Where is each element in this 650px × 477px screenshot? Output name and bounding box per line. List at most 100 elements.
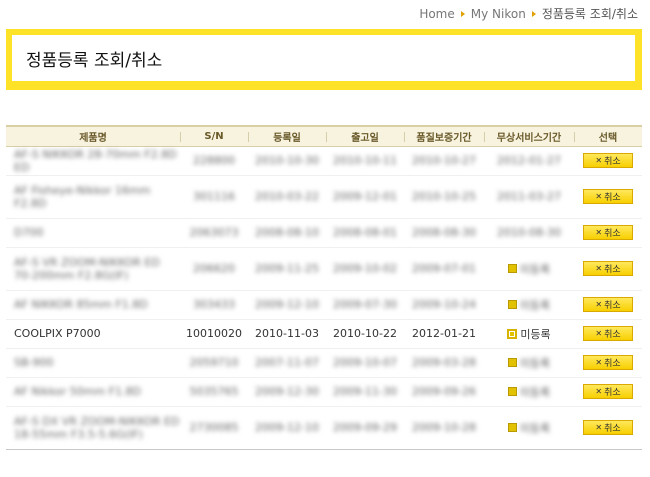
status-square-icon [507,423,517,432]
cell-reg: 2010-03-22 [255,190,319,203]
cancel-button-label: 취소 [604,329,621,339]
breadcrumb-item[interactable]: Home [419,7,454,21]
cell-name: COOLPIX P7000 [14,327,101,340]
table-row: COOLPIX P7000 10010020 2010-11-03 2010-10-2… [6,319,642,349]
cancel-button[interactable]: ✕ 취소 [583,420,633,435]
cell-sn: 301116 [193,190,235,203]
column-header: 등록일 [248,125,326,147]
column-header: 무상서비스기간 [484,125,574,147]
column-header: 품질보증기간 [404,125,484,147]
cell-service: 2010-08-30 [497,226,561,239]
cell-sn: 206620 [193,262,235,275]
cell-sn: 228800 [193,154,235,167]
cancel-button-label: 취소 [604,423,621,433]
cancel-button[interactable]: ✕ 취소 [583,297,633,312]
table-row: AF NIKKOR 85mm F1.8D 303433 2009-12-10 2009… [6,290,642,320]
breadcrumb-item: 정품등록 조회/취소 [541,7,638,21]
service-status-label: 미등록 [519,421,551,435]
cell-warranty: 2012-01-21 [412,327,476,340]
cell-reg: 2009-11-25 [255,262,319,275]
breadcrumb-separator-icon [460,10,465,17]
close-icon: ✕ [595,387,603,396]
cell-warranty: 2009-10-24 [412,298,476,311]
table-row: AF Fisheye-Nikkor 16mm F2.8D 301116 2010-0… [6,175,642,219]
status-square-icon [507,264,517,273]
cancel-button-label: 취소 [604,156,621,166]
cell-warranty: 2008-08-30 [412,226,476,239]
cell-ship: 2009-07-30 [333,298,397,311]
cell-reg: 2008-08-10 [255,226,319,239]
cell-warranty: 2009-07-01 [412,262,476,275]
cancel-button[interactable]: ✕ 취소 [583,225,633,240]
close-icon: ✕ [595,264,603,273]
close-icon: ✕ [595,358,603,367]
service-status: 미등록 [507,297,551,313]
cell-sn: 5035765 [189,385,239,398]
cell-sn: 303433 [193,298,235,311]
cell-warranty: 2009-03-28 [412,356,476,369]
breadcrumb-separator-icon [531,10,536,17]
cell-name: SB-900 [14,356,54,369]
cell-ship: 2010-10-11 [333,154,397,167]
cancel-button-label: 취소 [604,192,621,202]
service-status-label: 미등록 [519,385,551,399]
cancel-button[interactable]: ✕ 취소 [583,355,633,370]
cell-service: 2012-01-27 [497,154,561,167]
cell-reg: 2009-12-30 [255,385,319,398]
column-header: 제품명 [6,125,180,147]
cell-sn: 10010020 [186,327,242,340]
cell-name: AF Fisheye-Nikkor 16mm F2.8D [14,183,151,210]
service-status: 미등록 [507,355,551,371]
cell-ship: 2009-10-02 [333,262,397,275]
cancel-button[interactable]: ✕ 취소 [583,261,633,276]
cell-ship: 2009-10-07 [333,356,397,369]
cell-name: AF-S VR ZOOM-NIKKOR ED 70-200mm F2.8G(IF… [14,255,160,282]
table-header-row: 제품명 S/N 등록일 출고일 품질보증기간 무상서비스기간 선택 [6,125,642,147]
table-row: AF-S VR ZOOM-NIKKOR ED 70-200mm F2.8G(IF… [6,247,642,291]
breadcrumb-item[interactable]: My Nikon [471,7,526,21]
table-row: AF Nikkor 50mm F1.8D 5035765 2009-12-30 200… [6,377,642,407]
cell-ship: 2009-11-30 [333,385,397,398]
cell-ship: 2008-08-01 [333,226,397,239]
cancel-button[interactable]: ✕ 취소 [583,189,633,204]
cancel-button[interactable]: ✕ 취소 [583,153,633,168]
column-header: 선택 [574,125,642,147]
service-status-label: 미등록 [520,327,551,341]
cell-warranty: 2009-10-28 [412,421,476,434]
cell-reg: 2009-12-10 [255,421,319,434]
close-icon: ✕ [595,156,603,165]
cell-ship: 2010-10-22 [333,327,397,340]
service-status: 미등록 [507,384,551,400]
cell-sn: 2063073 [189,226,239,239]
column-header: S/N [180,125,248,147]
cell-ship: 2009-12-01 [333,190,397,203]
table-row: SB-900 2059710 2007-11-07 2009-10-07 2009-03… [6,348,642,378]
status-square-icon [507,387,517,396]
close-icon: ✕ [595,192,603,201]
service-status-label: 미등록 [519,298,551,312]
table-row: D700 2063073 2008-08-10 2008-08-01 2008-08-3… [6,218,642,248]
cancel-button-label: 취소 [604,228,621,238]
cancel-button-label: 취소 [604,387,621,397]
close-icon: ✕ [595,423,603,432]
cell-name: D700 [14,226,44,239]
cell-warranty: 2010-10-27 [412,154,476,167]
cell-service: 2011-03-27 [497,190,561,203]
service-status-label: 미등록 [519,262,551,276]
status-square-icon [507,300,517,309]
cancel-button[interactable]: ✕ 취소 [583,384,633,399]
service-status-label: 미등록 [519,356,551,370]
breadcrumb: Home My Nikon 정품등록 조회/취소 [419,5,638,22]
cell-name: AF Nikkor 50mm F1.8D [14,385,141,398]
table-row: AF-S DX VR ZOOM-NIKKOR ED 18-55mm F3.5-5… [6,406,642,450]
service-status: 미등록 [507,326,551,342]
cell-reg: 2007-11-07 [255,356,319,369]
cell-warranty: 2010-10-25 [412,190,476,203]
cancel-button[interactable]: ✕ 취소 [583,326,633,341]
title-inner: 정품등록 조회/취소 [12,35,635,81]
status-square-icon [507,358,517,367]
close-icon: ✕ [595,228,603,237]
cell-name: AF-S NIKKOR 28-70mm F2.8D ED [14,147,177,174]
cell-reg: 2009-12-10 [255,298,319,311]
cell-sn: 2059710 [189,356,239,369]
